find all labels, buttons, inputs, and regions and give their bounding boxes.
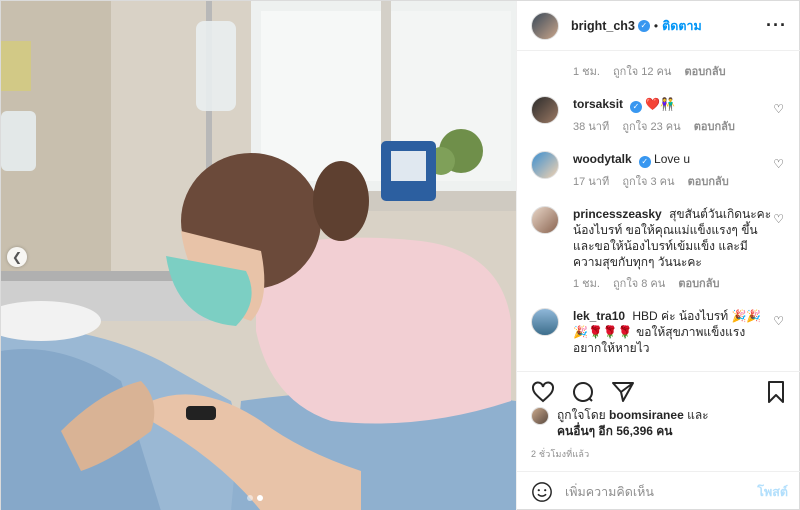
comment-likes[interactable]: ถูกใจ 3 คน	[622, 176, 674, 188]
post-comment-button[interactable]: โพสต์	[757, 482, 788, 502]
post-side-panel: bright_ch3 ✓ • ติดตาม ··· 1 ชม. ถูกใจ 12…	[516, 1, 800, 510]
more-options-icon[interactable]: ···	[766, 15, 787, 36]
commenter-avatar[interactable]	[531, 308, 559, 336]
reply-button[interactable]: ตอบกลับ	[678, 278, 719, 290]
comment-meta: 1 ชม. ถูกใจ 12 คน ตอบกลับ	[573, 62, 788, 80]
comment-item: princesszeasky สุขสันต์วันเกิดนะคะน้องไบ…	[531, 206, 788, 292]
commenter-username[interactable]: woodytalk	[573, 152, 632, 166]
liker-username[interactable]: boomsiranee	[609, 408, 684, 422]
post-actions-bar	[517, 371, 800, 411]
commenter-username[interactable]: princesszeasky	[573, 207, 662, 221]
commenter-avatar[interactable]	[531, 96, 559, 124]
reply-button[interactable]: ตอบกลับ	[688, 176, 729, 188]
like-heart-icon[interactable]	[531, 380, 555, 404]
comment-time: 17 นาที	[573, 176, 610, 188]
comment-likes[interactable]: ถูกใจ 23 คน	[622, 121, 680, 133]
likes-prefix: ถูกใจโดย	[557, 408, 606, 422]
comment-time: 1 ชม.	[573, 278, 600, 290]
carousel-dot	[247, 495, 253, 501]
add-comment-input[interactable]: เพิ่มความคิดเห็น	[565, 482, 654, 502]
carousel-dot-active	[257, 495, 263, 501]
bookmark-icon[interactable]	[764, 380, 788, 404]
comment-time: 1 ชม.	[573, 66, 600, 78]
author-username[interactable]: bright_ch3	[571, 19, 635, 33]
like-comment-heart-icon[interactable]: ♡	[773, 157, 784, 171]
verified-badge-icon: ✓	[630, 101, 643, 113]
likes-middle: และ	[687, 408, 709, 422]
emoji-smile-icon[interactable]	[531, 481, 553, 503]
comment-item: woodytalk ✓ Love u 17 นาที ถูกใจ 3 คน ตอบ…	[531, 151, 788, 190]
chevron-left-icon: ❮	[11, 250, 23, 264]
like-comment-heart-icon[interactable]: ♡	[773, 314, 784, 328]
follow-button[interactable]: ติดตาม	[662, 16, 702, 36]
hospital-photo	[1, 1, 516, 510]
verified-badge-icon: ✓	[638, 156, 651, 168]
comments-list[interactable]: 1 ชม. ถูกใจ 12 คน ตอบกลับ torsaksit ✓ ❤️👫…	[517, 52, 800, 370]
reply-button[interactable]: ตอบกลับ	[684, 66, 725, 78]
commenter-username[interactable]: torsaksit	[573, 97, 623, 111]
likes-others-count[interactable]: คนอื่นๆ อีก 56,396 คน	[557, 424, 673, 438]
like-comment-heart-icon[interactable]: ♡	[773, 102, 784, 116]
comment-time: 38 นาที	[573, 121, 610, 133]
commenter-avatar[interactable]	[531, 206, 559, 234]
add-comment-bar: เพิ่มความคิดเห็น โพสต์	[517, 471, 800, 510]
post-viewer: ❮ bright_ch3 ✓ • ติดตาม ··· 1 ชม. ถูกใจ …	[0, 0, 800, 510]
comment-likes[interactable]: ถูกใจ 12 คน	[613, 66, 671, 78]
carousel-prev-button[interactable]: ❮	[7, 247, 27, 267]
commenter-username[interactable]: lek_tra10	[573, 309, 625, 323]
likes-summary: ถูกใจโดย boomsiranee และ คนอื่นๆ อีก 56,…	[531, 407, 791, 439]
comment-bubble-icon[interactable]	[571, 380, 595, 404]
likes-text: ถูกใจโดย boomsiranee และ คนอื่นๆ อีก 56,…	[557, 407, 709, 439]
post-header: bright_ch3 ✓ • ติดตาม ···	[517, 1, 800, 51]
carousel-indicator	[247, 495, 263, 501]
reply-button[interactable]: ตอบกลับ	[694, 121, 735, 133]
share-send-icon[interactable]	[611, 380, 635, 404]
author-avatar[interactable]	[531, 11, 559, 40]
commenter-avatar[interactable]	[531, 151, 559, 179]
comment-item: torsaksit ✓ ❤️👫 38 นาที ถูกใจ 23 คน ตอบกล…	[531, 96, 788, 135]
comment-meta: 38 นาที ถูกใจ 23 คน ตอบกลับ	[573, 119, 773, 135]
comment-meta: 1 ชม. ถูกใจ 8 คน ตอบกลับ	[573, 276, 773, 292]
comment-likes[interactable]: ถูกใจ 8 คน	[613, 278, 665, 290]
post-photo[interactable]: ❮	[1, 1, 516, 510]
post-timestamp[interactable]: 2 ชั่วโมงที่แล้ว	[531, 447, 589, 461]
comment-text: ❤️👫	[645, 97, 676, 111]
comment-meta: 17 นาที ถูกใจ 3 คน ตอบกลับ	[573, 174, 773, 190]
header-separator: •	[653, 18, 659, 33]
comment-text: Love u	[654, 152, 691, 166]
like-comment-heart-icon[interactable]: ♡	[773, 212, 784, 226]
liker-avatar[interactable]	[531, 407, 549, 425]
comment-item: lek_tra10 HBD ค่ะ น้องไบรท์ 🎉🎉 🎉🌹🌹🌹 ขอให…	[531, 308, 788, 356]
verified-badge-icon: ✓	[637, 19, 650, 32]
